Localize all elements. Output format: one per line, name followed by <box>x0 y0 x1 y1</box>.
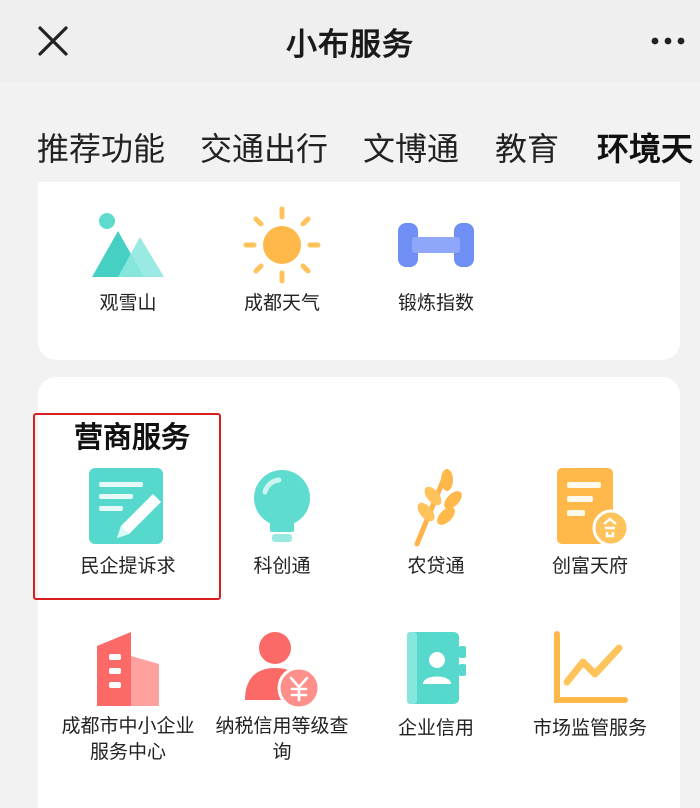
service-label: 市场监管服务 <box>532 717 647 739</box>
tab-recommended[interactable]: 推荐功能 <box>37 124 165 170</box>
contact-book-icon <box>407 632 466 704</box>
service-tax-credit-query[interactable]: 纳税信用等级查 询 <box>202 628 362 766</box>
tab-education[interactable]: 教育 <box>495 124 559 170</box>
tab-museum[interactable]: 文博通 <box>363 124 459 170</box>
page-title: 小布服务 <box>286 26 414 63</box>
service-chuangfu-tianfu[interactable]: 创富天府 <box>510 466 670 580</box>
document-badge-icon <box>557 468 630 547</box>
category-tabs: 推荐功能 交通出行 文博通 教育 环境天 <box>0 82 700 182</box>
service-kechuangtong[interactable]: 科创通 <box>202 466 362 580</box>
service-enterprise-credit[interactable]: 企业信用 <box>356 628 516 742</box>
lightbulb-icon <box>254 470 310 542</box>
top-bar: 小布服务 <box>0 0 700 82</box>
service-mountain-view[interactable]: 观雪山 <box>48 205 208 317</box>
sun-icon <box>243 206 321 284</box>
highlight-box <box>33 413 221 600</box>
building-icon <box>97 632 159 706</box>
tab-environment[interactable]: 环境天 <box>597 124 693 170</box>
wheat-icon <box>414 469 462 547</box>
service-market-supervision[interactable]: 市场监管服务 <box>510 628 670 742</box>
service-chengdu-weather[interactable]: 成都天气 <box>202 205 362 317</box>
more-icon[interactable] <box>650 29 686 53</box>
service-exercise-index[interactable]: 锻炼指数 <box>356 205 516 317</box>
service-label: 成都天气 <box>243 292 320 314</box>
mountain-icon <box>92 213 164 277</box>
service-label: 农贷通 <box>407 555 465 577</box>
service-label: 锻炼指数 <box>397 292 474 314</box>
service-label: 创富天府 <box>551 555 628 577</box>
service-label-line-2: 询 <box>272 741 292 763</box>
chart-trend-icon <box>554 631 628 703</box>
service-label-line-1: 成都市中小企业 <box>61 715 195 737</box>
close-icon[interactable] <box>36 24 70 58</box>
tab-transport[interactable]: 交通出行 <box>200 124 328 170</box>
service-label: 科创通 <box>253 555 311 577</box>
service-label-line-2: 服务中心 <box>89 741 166 763</box>
service-nongdaitong[interactable]: 农贷通 <box>356 466 516 580</box>
service-label: 企业信用 <box>397 717 474 739</box>
service-label-line-1: 纳税信用等级查 <box>215 715 349 737</box>
service-label: 观雪山 <box>99 292 157 314</box>
service-sme-service-center[interactable]: 成都市中小企业 服务中心 <box>48 628 208 766</box>
dumbbell-icon <box>398 223 474 267</box>
user-yuan-icon <box>245 632 321 710</box>
